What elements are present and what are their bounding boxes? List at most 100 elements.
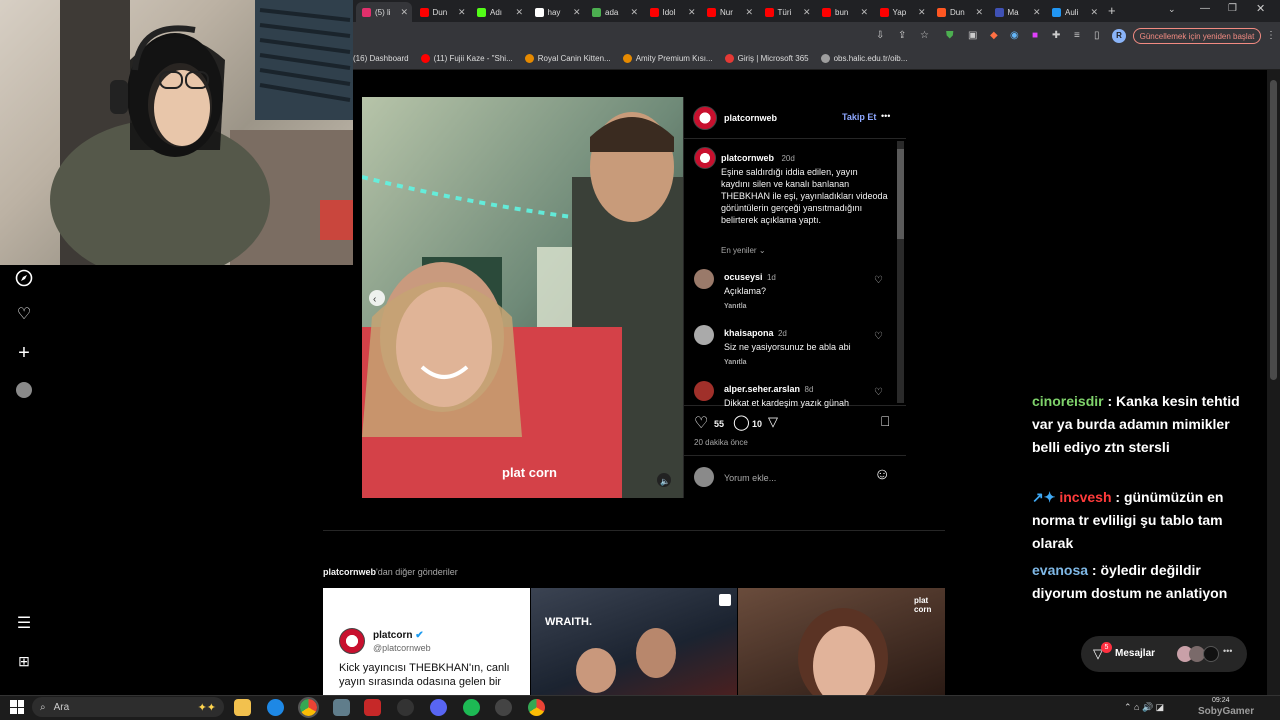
tab-close-icon[interactable]: ✕ [975, 7, 983, 18]
create-plus-icon[interactable]: + [14, 343, 34, 363]
follow-button[interactable]: Takip Et [842, 112, 876, 122]
comment-avatar[interactable] [694, 325, 714, 345]
comment-like-heart-icon[interactable]: ♡ [874, 331, 883, 342]
maximize-icon[interactable]: ❐ [1228, 3, 1237, 14]
tab-3[interactable]: hay ✕ [529, 2, 585, 22]
tab-2[interactable]: Adı ✕ [471, 2, 527, 22]
more-options-icon[interactable]: ••• [881, 111, 890, 121]
grid-post-3[interactable]: plat corn [738, 588, 945, 695]
obs-icon[interactable] [397, 699, 414, 716]
tab-7[interactable]: Türi ✕ [759, 2, 815, 22]
add-comment-input[interactable]: Yorum ekle... [724, 473, 776, 483]
bookmark-2[interactable]: Royal Canin Kitten... [524, 54, 611, 63]
close-window-icon[interactable]: ✕ [1256, 2, 1265, 15]
mute-icon[interactable]: 🔈 [660, 477, 670, 486]
notifications-heart-icon[interactable]: ♡ [14, 305, 34, 325]
tab-close-icon[interactable]: ✕ [458, 7, 466, 18]
taskbar-search[interactable]: ⌕ Ara ✦✦ [32, 697, 224, 717]
comment-like-heart-icon[interactable]: ♡ [874, 275, 883, 286]
grid-post-1[interactable]: platcorn ✔ @platcornweb Kick yayıncısı T… [323, 588, 530, 695]
share-icon[interactable]: ⇪ [898, 30, 906, 41]
spotify-icon[interactable] [463, 699, 480, 716]
more-posts-user[interactable]: platcornweb [323, 567, 376, 577]
tab-0[interactable]: (5) li ✕ [356, 2, 412, 22]
extension-4-icon[interactable]: ■ [1032, 30, 1038, 41]
explore-icon[interactable] [14, 269, 34, 289]
tab-close-icon[interactable]: ✕ [918, 7, 926, 18]
caption-username[interactable]: platcornweb [721, 153, 774, 163]
post-author-username[interactable]: platcornweb [724, 113, 777, 123]
tab-close-icon[interactable]: ✕ [1090, 7, 1098, 18]
voice-app-icon[interactable] [364, 699, 381, 716]
comment-reply-link[interactable]: Yanıtla [724, 303, 874, 310]
tab-close-icon[interactable]: ✕ [400, 7, 408, 18]
windows-start-icon[interactable] [10, 700, 24, 714]
comment-reply-link[interactable]: Yanıtla [724, 359, 874, 366]
comment-username[interactable]: alper.seher.arslan [724, 384, 800, 394]
tab-8[interactable]: bun ✕ [816, 2, 872, 22]
tab-10[interactable]: Dun ✕ [931, 2, 987, 22]
comment-username[interactable]: ocuseysi [724, 272, 763, 282]
comment-sort[interactable]: En yeniler ⌄ [721, 246, 766, 255]
tab-close-icon[interactable]: ✕ [573, 7, 581, 18]
tab-close-icon[interactable]: ✕ [515, 7, 523, 18]
tab-4[interactable]: ada ✕ [586, 2, 642, 22]
notepad-icon[interactable] [333, 699, 350, 716]
more-menu-icon[interactable]: ☰ [14, 614, 34, 634]
page-scrollbar[interactable] [1267, 70, 1280, 695]
comment-bubble-icon[interactable]: ◯ [733, 413, 750, 431]
minimize-icon[interactable]: — [1200, 3, 1210, 14]
extension-3-icon[interactable]: ◉ [1010, 30, 1019, 41]
edge-icon[interactable] [267, 699, 284, 716]
tab-close-icon[interactable]: ✕ [803, 7, 811, 18]
extension-icon[interactable]: ▣ [968, 30, 977, 41]
bookmark-5[interactable]: obs.halic.edu.tr/oib... [820, 54, 907, 63]
threads-icon[interactable]: ⊞ [14, 651, 34, 671]
tab-6[interactable]: Nur ✕ [701, 2, 757, 22]
discord-icon[interactable] [430, 699, 447, 716]
tab-9[interactable]: Yap ✕ [874, 2, 930, 22]
tab-close-icon[interactable]: ✕ [630, 7, 638, 18]
tab-close-icon[interactable]: ✕ [688, 7, 696, 18]
chrome-icon[interactable] [298, 697, 319, 718]
tab-12[interactable]: Auli ✕ [1046, 2, 1102, 22]
comment-username[interactable]: khaisapona [724, 328, 774, 338]
comment-like-heart-icon[interactable]: ♡ [874, 387, 883, 398]
tab-close-icon[interactable]: ✕ [745, 7, 753, 18]
menu-icon[interactable]: ⋮ [1266, 30, 1276, 41]
caption-avatar[interactable] [694, 147, 716, 169]
extension-2-icon[interactable]: ◆ [990, 30, 998, 41]
tab-close-icon[interactable]: ✕ [1033, 7, 1041, 18]
post-author-avatar[interactable] [693, 106, 717, 130]
comment-avatar[interactable] [694, 269, 714, 289]
tab-5[interactable]: Idol ✕ [644, 2, 700, 22]
save-bookmark-icon[interactable]: ⎕ [881, 413, 889, 430]
tab-close-icon[interactable]: ✕ [860, 7, 868, 18]
bookmark-3[interactable]: Amity Premium Kısı... [622, 54, 713, 63]
tab-11[interactable]: Ma ✕ [989, 2, 1045, 22]
bookmark-4[interactable]: Giriş | Microsoft 365 [724, 54, 809, 63]
tray-icons[interactable]: ⌃ ⌂ 🔊 ◪ [1124, 702, 1164, 713]
bookmark-1[interactable]: (11) Fujii Kaze - "Shi... [420, 54, 513, 63]
steam-icon[interactable] [495, 699, 512, 716]
profile-avatar-icon[interactable] [14, 380, 34, 400]
grid-post-2[interactable]: WRAITH. [531, 588, 737, 695]
messages-button[interactable]: ▽ 5 Mesajlar ••• [1081, 636, 1247, 672]
sidepanel-icon[interactable]: ▯ [1094, 30, 1100, 41]
post-image[interactable]: ‹ plat corn 🔈 [362, 97, 683, 498]
like-heart-icon[interactable]: ♡ [694, 413, 708, 433]
emoji-icon[interactable]: ☺ [874, 466, 890, 484]
bookmark-star-icon[interactable]: ☆ [920, 30, 929, 41]
profile-avatar[interactable]: R [1112, 29, 1126, 43]
shield-extension-icon[interactable]: ⛊ [946, 30, 954, 41]
puzzle-icon[interactable]: ✚ [1052, 30, 1060, 41]
tab-search-icon[interactable]: ⌄ [1168, 4, 1176, 15]
install-icon[interactable]: ⇩ [876, 30, 884, 41]
file-explorer-icon[interactable] [234, 699, 251, 716]
chrome-2-icon[interactable] [528, 699, 545, 716]
tab-1[interactable]: Dun ✕ [414, 2, 470, 22]
update-restart-button[interactable]: Güncellemek için yeniden başlat [1133, 28, 1261, 44]
comments-scrollbar[interactable] [897, 141, 904, 403]
bookmark-0[interactable]: (16) Dashboard [353, 54, 409, 63]
media-icon[interactable]: ≡ [1074, 30, 1080, 41]
